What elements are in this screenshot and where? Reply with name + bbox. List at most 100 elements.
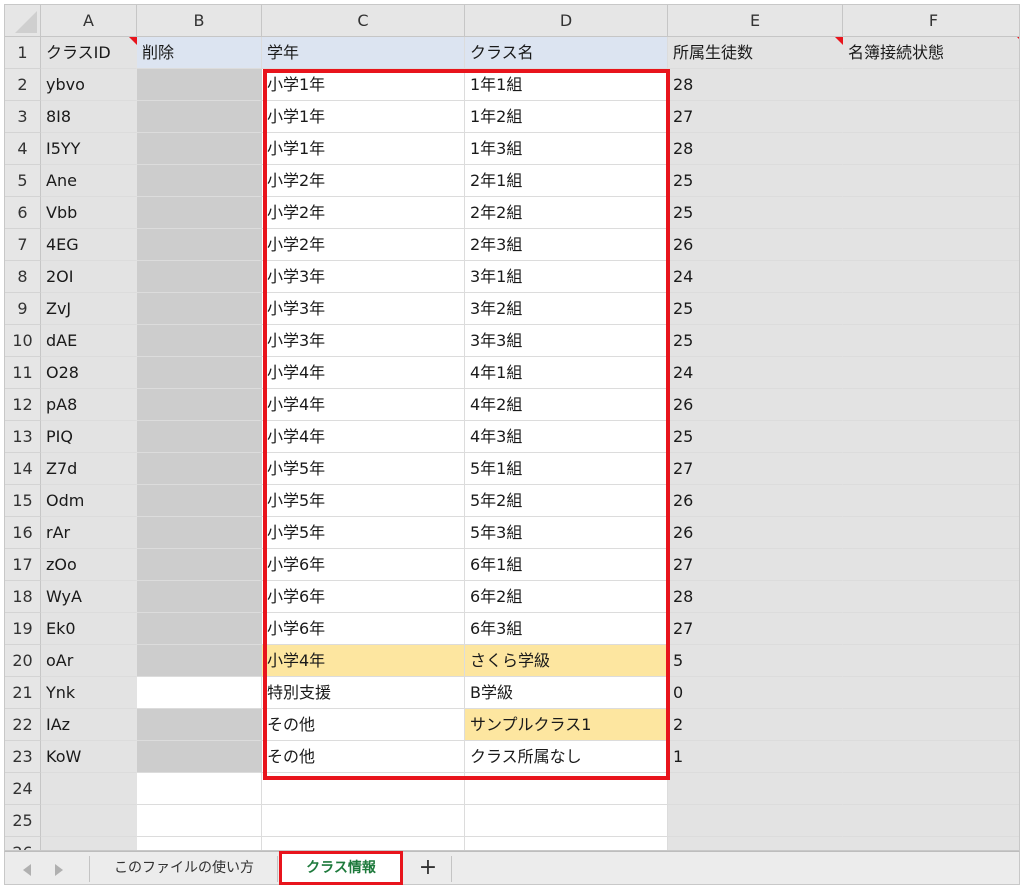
grade-cell[interactable]: 小学4年: [262, 421, 465, 453]
header-roster-status[interactable]: 名簿接続状態: [843, 37, 1019, 69]
roster-status-cell[interactable]: [843, 101, 1019, 133]
row-header[interactable]: 25: [5, 805, 41, 837]
empty-cell[interactable]: [843, 805, 1019, 837]
delete-cell[interactable]: [137, 69, 262, 101]
class-name-cell[interactable]: 4年3組: [465, 421, 668, 453]
row-header[interactable]: 18: [5, 581, 41, 613]
delete-cell[interactable]: [137, 229, 262, 261]
grade-cell[interactable]: 小学6年: [262, 549, 465, 581]
grade-cell[interactable]: 小学5年: [262, 453, 465, 485]
row-header[interactable]: 1: [5, 37, 41, 69]
roster-status-cell[interactable]: [843, 69, 1019, 101]
class-id-cell[interactable]: Z7d: [41, 453, 137, 485]
empty-cell[interactable]: [465, 837, 668, 850]
empty-cell[interactable]: [262, 773, 465, 805]
class-id-cell[interactable]: PIQ: [41, 421, 137, 453]
class-name-cell[interactable]: 3年3組: [465, 325, 668, 357]
row-header[interactable]: 14: [5, 453, 41, 485]
column-header-b[interactable]: B: [137, 5, 262, 37]
grade-cell[interactable]: 特別支援: [262, 677, 465, 709]
empty-cell[interactable]: [843, 773, 1019, 805]
class-name-cell[interactable]: 1年2組: [465, 101, 668, 133]
delete-cell[interactable]: [137, 645, 262, 677]
class-name-cell[interactable]: 2年1組: [465, 165, 668, 197]
roster-status-cell[interactable]: [843, 421, 1019, 453]
class-id-cell[interactable]: WyA: [41, 581, 137, 613]
row-header[interactable]: 2: [5, 69, 41, 101]
roster-status-cell[interactable]: [843, 197, 1019, 229]
class-id-cell[interactable]: ybvo: [41, 69, 137, 101]
class-name-cell[interactable]: 2年2組: [465, 197, 668, 229]
roster-status-cell[interactable]: [843, 325, 1019, 357]
class-id-cell[interactable]: zOo: [41, 549, 137, 581]
roster-status-cell[interactable]: [843, 709, 1019, 741]
delete-cell[interactable]: [137, 133, 262, 165]
roster-status-cell[interactable]: [843, 677, 1019, 709]
empty-cell[interactable]: [137, 837, 262, 850]
class-name-cell[interactable]: 3年1組: [465, 261, 668, 293]
grade-cell[interactable]: 小学3年: [262, 325, 465, 357]
empty-cell[interactable]: [668, 773, 843, 805]
delete-cell[interactable]: [137, 517, 262, 549]
grade-cell[interactable]: 小学4年: [262, 389, 465, 421]
class-name-cell[interactable]: 4年1組: [465, 357, 668, 389]
delete-cell[interactable]: [137, 325, 262, 357]
header-class-id[interactable]: クラスID: [41, 37, 137, 69]
empty-cell[interactable]: [668, 837, 843, 850]
class-name-cell[interactable]: 3年2組: [465, 293, 668, 325]
row-header[interactable]: 24: [5, 773, 41, 805]
delete-cell[interactable]: [137, 709, 262, 741]
class-name-cell[interactable]: 1年3組: [465, 133, 668, 165]
delete-cell[interactable]: [137, 613, 262, 645]
tab-file-usage[interactable]: このファイルの使い方: [91, 852, 277, 885]
student-count-cell[interactable]: 27: [668, 549, 843, 581]
row-header[interactable]: 8: [5, 261, 41, 293]
roster-status-cell[interactable]: [843, 485, 1019, 517]
column-header-c[interactable]: C: [262, 5, 465, 37]
delete-cell[interactable]: [137, 549, 262, 581]
student-count-cell[interactable]: 25: [668, 293, 843, 325]
class-name-cell[interactable]: 6年2組: [465, 581, 668, 613]
grade-cell[interactable]: 小学6年: [262, 581, 465, 613]
delete-cell[interactable]: [137, 261, 262, 293]
row-header[interactable]: 11: [5, 357, 41, 389]
grade-cell[interactable]: 小学1年: [262, 133, 465, 165]
row-header[interactable]: 16: [5, 517, 41, 549]
roster-status-cell[interactable]: [843, 517, 1019, 549]
header-student-count[interactable]: 所属生徒数: [668, 37, 843, 69]
class-id-cell[interactable]: oAr: [41, 645, 137, 677]
roster-status-cell[interactable]: [843, 293, 1019, 325]
roster-status-cell[interactable]: [843, 581, 1019, 613]
empty-cell[interactable]: [262, 837, 465, 850]
delete-cell[interactable]: [137, 197, 262, 229]
student-count-cell[interactable]: 26: [668, 517, 843, 549]
row-header[interactable]: 9: [5, 293, 41, 325]
student-count-cell[interactable]: 0: [668, 677, 843, 709]
grade-cell[interactable]: 小学2年: [262, 229, 465, 261]
add-sheet-button[interactable]: +: [409, 852, 447, 885]
student-count-cell[interactable]: 27: [668, 613, 843, 645]
roster-status-cell[interactable]: [843, 261, 1019, 293]
row-header[interactable]: 23: [5, 741, 41, 773]
class-id-cell[interactable]: rAr: [41, 517, 137, 549]
class-name-cell[interactable]: 4年2組: [465, 389, 668, 421]
next-sheet-arrow-icon[interactable]: [55, 864, 63, 876]
grade-cell[interactable]: 小学2年: [262, 197, 465, 229]
student-count-cell[interactable]: 26: [668, 389, 843, 421]
student-count-cell[interactable]: 25: [668, 421, 843, 453]
grade-cell[interactable]: その他: [262, 709, 465, 741]
empty-cell[interactable]: [668, 805, 843, 837]
roster-status-cell[interactable]: [843, 645, 1019, 677]
student-count-cell[interactable]: 25: [668, 197, 843, 229]
delete-cell[interactable]: [137, 485, 262, 517]
student-count-cell[interactable]: 26: [668, 485, 843, 517]
header-class-name[interactable]: クラス名: [465, 37, 668, 69]
grade-cell[interactable]: 小学2年: [262, 165, 465, 197]
delete-cell[interactable]: [137, 101, 262, 133]
student-count-cell[interactable]: 5: [668, 645, 843, 677]
roster-status-cell[interactable]: [843, 549, 1019, 581]
grade-cell[interactable]: 小学3年: [262, 293, 465, 325]
row-header[interactable]: 15: [5, 485, 41, 517]
student-count-cell[interactable]: 26: [668, 229, 843, 261]
previous-sheet-arrow-icon[interactable]: [23, 864, 31, 876]
